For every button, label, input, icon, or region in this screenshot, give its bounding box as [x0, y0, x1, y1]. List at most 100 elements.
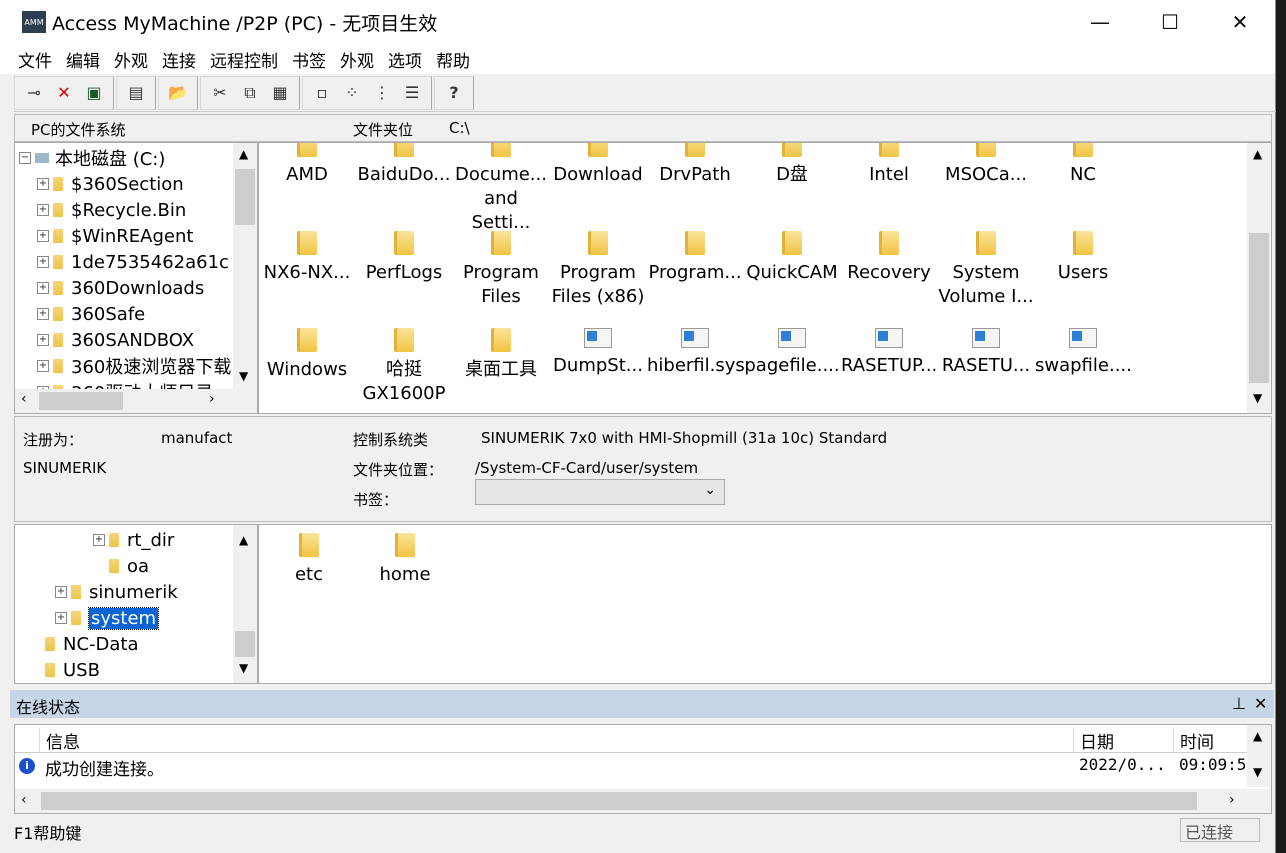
- file-item[interactable]: NC: [1035, 143, 1131, 187]
- tree-item[interactable]: + $360Section: [37, 171, 184, 197]
- file-item[interactable]: 桌面工具: [453, 328, 549, 382]
- menu-bookmarks[interactable]: 书签: [292, 47, 326, 72]
- column-time[interactable]: 时间: [1173, 728, 1247, 753]
- scroll-up-icon[interactable]: ▲: [239, 533, 248, 547]
- menu-view[interactable]: 外观: [114, 47, 148, 72]
- details-view-icon[interactable]: ☰: [397, 78, 427, 108]
- disconnect-icon[interactable]: ✕: [49, 78, 79, 108]
- tree-hscrollbar[interactable]: ‹ ›: [15, 389, 257, 413]
- expand-icon[interactable]: +: [37, 256, 49, 268]
- help-icon[interactable]: ?: [439, 78, 469, 108]
- expand-icon[interactable]: +: [37, 178, 49, 190]
- scroll-left-icon[interactable]: ‹: [21, 792, 27, 808]
- file-item[interactable]: hiberfil.sys: [647, 328, 745, 378]
- expand-icon[interactable]: +: [37, 230, 49, 242]
- file-item[interactable]: Windows: [259, 328, 355, 382]
- file-item[interactable]: etc: [261, 533, 357, 587]
- close-button[interactable]: ✕: [1205, 0, 1275, 44]
- scroll-down-icon[interactable]: ▼: [239, 661, 248, 675]
- pin-icon[interactable]: ⊥: [1232, 694, 1246, 713]
- menu-connect[interactable]: 连接: [162, 47, 196, 72]
- menu-appearance[interactable]: 外观: [340, 47, 374, 72]
- files-vscrollbar[interactable]: ▲ ▼: [1247, 143, 1271, 413]
- file-item[interactable]: System Volume I...: [938, 231, 1034, 309]
- open-folder-icon[interactable]: 📂: [163, 78, 193, 108]
- file-item[interactable]: swapfile....: [1035, 328, 1132, 378]
- file-item[interactable]: 哈挺 GX1600P: [356, 328, 452, 406]
- grid-vscrollbar[interactable]: ▲ ▼: [1247, 725, 1271, 787]
- connect-icon[interactable]: ⊸: [19, 78, 49, 108]
- file-item[interactable]: Download: [550, 143, 646, 187]
- scroll-down-icon[interactable]: ▼: [1253, 765, 1262, 779]
- minimize-button[interactable]: —: [1065, 0, 1135, 44]
- hscroll-thumb[interactable]: [41, 792, 1197, 810]
- tree-item[interactable]: + system: [55, 605, 160, 631]
- scroll-down-icon[interactable]: ▼: [1253, 391, 1262, 405]
- expand-icon[interactable]: +: [55, 586, 67, 598]
- paste-icon[interactable]: ▦: [265, 78, 295, 108]
- properties-icon[interactable]: ▤: [121, 78, 151, 108]
- tree-item[interactable]: − 本地磁盘 (C:): [19, 145, 165, 171]
- bookmark-select[interactable]: ⌄: [475, 479, 725, 505]
- expand-icon[interactable]: +: [37, 282, 49, 294]
- large-icons-view-icon[interactable]: ▫: [307, 78, 337, 108]
- nc-tree-vscroll-thumb[interactable]: [235, 631, 255, 657]
- file-item[interactable]: Program...: [647, 231, 743, 285]
- tree-vscroll-thumb[interactable]: [235, 169, 255, 225]
- scroll-down-icon[interactable]: ▼: [239, 369, 248, 383]
- collapse-icon[interactable]: −: [19, 152, 31, 164]
- column-date[interactable]: 日期: [1073, 728, 1173, 753]
- file-item[interactable]: AMD: [259, 143, 355, 187]
- file-item[interactable]: Program Files (x86): [550, 231, 646, 309]
- save-icon[interactable]: ▣: [79, 78, 109, 108]
- copy-icon[interactable]: ⧉: [235, 78, 265, 108]
- tree-item[interactable]: oa: [93, 553, 149, 579]
- tree-item[interactable]: +360Downloads: [37, 275, 204, 301]
- file-item[interactable]: D盘: [744, 143, 840, 187]
- file-item[interactable]: Intel: [841, 143, 937, 187]
- scroll-right-icon[interactable]: ›: [209, 391, 215, 407]
- close-panel-icon[interactable]: ✕: [1254, 694, 1267, 713]
- file-item[interactable]: home: [357, 533, 453, 587]
- file-item[interactable]: BaiduDo...: [356, 143, 452, 187]
- tree-item[interactable]: + $Recycle.Bin: [37, 197, 186, 223]
- maximize-button[interactable]: ☐: [1135, 0, 1205, 44]
- table-row[interactable]: i 成功创建连接。 2022/0... 09:09:57: [15, 755, 1247, 780]
- menu-edit[interactable]: 编辑: [66, 47, 100, 72]
- small-icons-view-icon[interactable]: ⁘: [337, 78, 367, 108]
- tree-hscroll-thumb[interactable]: [39, 392, 123, 410]
- tree-item[interactable]: +360SANDBOX: [37, 327, 194, 353]
- tree-item[interactable]: + rt_dir: [93, 527, 174, 553]
- scroll-up-icon[interactable]: ▲: [1253, 147, 1262, 161]
- file-item[interactable]: RASETUP...: [841, 328, 937, 378]
- file-item[interactable]: Program Files: [453, 231, 549, 309]
- menu-file[interactable]: 文件: [18, 47, 52, 72]
- tree-item[interactable]: + sinumerik: [55, 579, 178, 605]
- tree-item[interactable]: +1de7535462a61c: [37, 249, 229, 275]
- file-item[interactable]: Users: [1035, 231, 1131, 285]
- menu-options[interactable]: 选项: [388, 47, 422, 72]
- menu-remote-control[interactable]: 远程控制: [210, 47, 278, 72]
- expand-icon[interactable]: +: [93, 534, 105, 546]
- scroll-up-icon[interactable]: ▲: [1253, 729, 1262, 743]
- expand-icon[interactable]: +: [37, 308, 49, 320]
- tree-vscrollbar[interactable]: ▲ ▼: [233, 143, 257, 391]
- tree-item[interactable]: NC-Data: [29, 631, 139, 657]
- menu-help[interactable]: 帮助: [436, 47, 470, 72]
- tree-item[interactable]: + $WinREAgent: [37, 223, 193, 249]
- files-vscroll-thumb[interactable]: [1249, 233, 1269, 383]
- scroll-right-icon[interactable]: ›: [1229, 792, 1235, 808]
- file-item[interactable]: pagefile....: [744, 328, 840, 378]
- file-item[interactable]: DumpSt...: [550, 328, 646, 378]
- expand-icon[interactable]: +: [37, 360, 49, 372]
- file-item[interactable]: DrvPath: [647, 143, 743, 187]
- cut-icon[interactable]: ✂: [205, 78, 235, 108]
- file-item[interactable]: MSOCa...: [938, 143, 1034, 187]
- file-item[interactable]: QuickCAM: [744, 231, 840, 285]
- scroll-up-icon[interactable]: ▲: [239, 147, 248, 161]
- file-item[interactable]: NX6-NX...: [259, 231, 355, 285]
- file-item[interactable]: RASETU...: [938, 328, 1034, 378]
- expand-icon[interactable]: +: [37, 204, 49, 216]
- column-info[interactable]: 信息: [39, 728, 1013, 753]
- tree-item[interactable]: +360Safe: [37, 301, 145, 327]
